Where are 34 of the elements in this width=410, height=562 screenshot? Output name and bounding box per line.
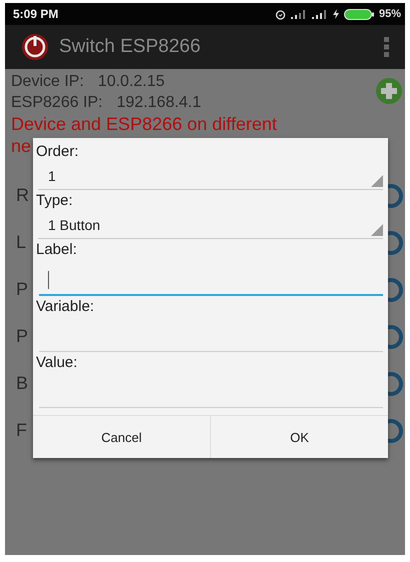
- signal-icon: [312, 10, 328, 18]
- esp-ip-value: 192.168.4.1: [116, 93, 202, 113]
- signal-icon: [290, 10, 307, 18]
- status-time: 5:09 PM: [13, 7, 58, 21]
- field-label: Order:: [36, 142, 80, 162]
- menu-icon[interactable]: [384, 37, 389, 57]
- battery-icon: [344, 8, 374, 20]
- device-ip-label: Device IP:: [11, 72, 84, 92]
- ok-button[interactable]: OK: [210, 416, 388, 458]
- row-label: B: [16, 373, 28, 394]
- field-label: Label:: [36, 240, 78, 260]
- warning-text: Device and ESP8266 on different: [11, 114, 277, 134]
- dropdown-corner-icon: [371, 224, 383, 236]
- dropdown-corner-icon: [371, 175, 383, 187]
- dropdown[interactable]: 1 Button: [38, 212, 383, 239]
- dropdown[interactable]: 1: [38, 163, 383, 190]
- battery-level: 95%: [378, 8, 401, 20]
- device-ip-value: 10.0.2.15: [98, 72, 165, 92]
- row-label: R: [16, 185, 29, 206]
- add-icon[interactable]: [375, 77, 403, 105]
- charging-icon: [332, 9, 339, 19]
- app-title: Switch ESP8266: [59, 36, 202, 58]
- field-label: Type:: [36, 191, 74, 211]
- warning-text: ne: [11, 136, 32, 156]
- alarm-icon: [274, 8, 286, 20]
- row-label: F: [16, 420, 27, 441]
- row-label: L: [16, 232, 26, 253]
- row-label: P: [16, 279, 28, 300]
- row-label: P: [16, 326, 28, 347]
- field-label: Variable:: [36, 297, 96, 317]
- cancel-button[interactable]: Cancel: [33, 416, 210, 458]
- power-logo-icon: [21, 33, 49, 61]
- field-label: Value:: [36, 353, 78, 373]
- esp-ip-label: ESP8266 IP:: [11, 93, 103, 113]
